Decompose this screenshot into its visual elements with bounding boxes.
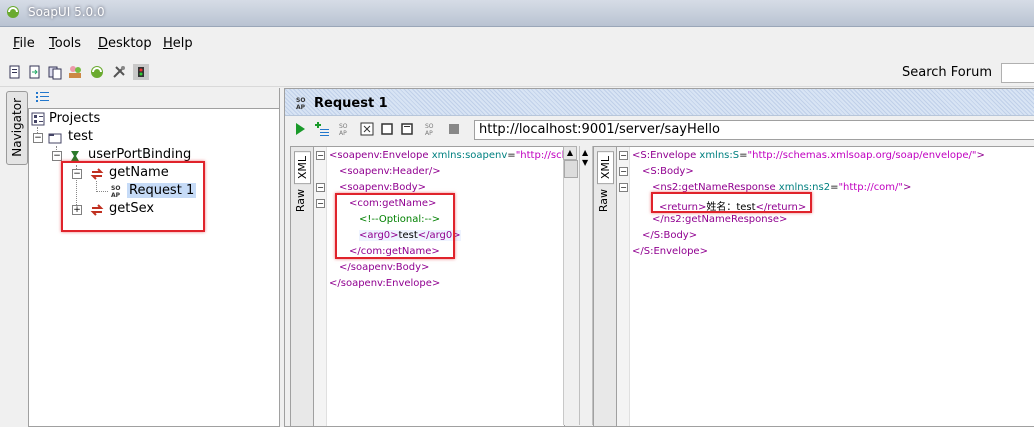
- request-xml-editor[interactable]: − − − <soapenv:Envelope xmlns:soapenv="h…: [313, 146, 565, 427]
- navigator-panel: [28, 88, 280, 427]
- save-all-icon[interactable]: [47, 64, 63, 80]
- title-bar: SoapUI 5.0.0: [0, 0, 1034, 27]
- menu-desktop[interactable]: Desktop: [98, 36, 152, 51]
- fold-body-toggle[interactable]: −: [316, 183, 325, 192]
- trial-icon[interactable]: [89, 64, 105, 80]
- stop-icon[interactable]: [448, 123, 460, 135]
- fold-envelope-toggle[interactable]: −: [619, 151, 628, 160]
- search-forum-input[interactable]: [1001, 63, 1034, 83]
- endpoint-url-field[interactable]: http://localhost:9001/server/sayHello: [474, 120, 1034, 140]
- soap-request-icon: SOAP: [296, 97, 306, 110]
- svg-text:SO: SO: [296, 97, 305, 104]
- menu-bar: File Tools Desktop Help: [0, 30, 1034, 56]
- xml-line: </S:Body>: [642, 230, 698, 241]
- highlight-box-tree: [61, 161, 205, 232]
- response-xml-editor[interactable]: − − − <S:Envelope xmlns:S="http://schema…: [616, 146, 1034, 427]
- xml-line: <S:Envelope xmlns:S="http://schemas.xmls…: [632, 150, 985, 161]
- split-divider[interactable]: [579, 146, 593, 425]
- xml-line: <S:Body>: [642, 166, 694, 177]
- xml-line: </ns2:getNameResponse>: [652, 214, 788, 225]
- navigator-header: [28, 88, 279, 109]
- svg-text:AP: AP: [339, 130, 347, 136]
- fold-response-toggle[interactable]: −: [619, 183, 628, 192]
- xml-line: <soapenv:Body>: [339, 182, 427, 193]
- tree-projects[interactable]: Projects: [49, 111, 100, 126]
- svg-text:AP: AP: [296, 104, 306, 110]
- list-view-icon[interactable]: [36, 91, 50, 103]
- xml-line: </S:Envelope>: [632, 246, 708, 257]
- request-title: Request 1: [314, 96, 388, 111]
- tree-project-test[interactable]: test: [68, 129, 93, 144]
- tab-response-xml[interactable]: XML: [597, 151, 614, 185]
- svg-text:SO: SO: [339, 123, 348, 130]
- soapui-logo-icon: [7, 6, 19, 18]
- import-project-icon[interactable]: [27, 64, 43, 80]
- navigator-tab[interactable]: Navigator: [6, 91, 28, 165]
- scroll-thumb[interactable]: [564, 160, 578, 178]
- soap-template-icon[interactable]: SOAP: [338, 122, 352, 136]
- menu-help[interactable]: Help: [163, 36, 193, 51]
- fold-envelope-toggle[interactable]: −: [316, 151, 325, 160]
- search-forum-label: Search Forum: [901, 65, 992, 80]
- highlight-box-request: [335, 193, 455, 259]
- tab-request-xml[interactable]: XML: [294, 151, 311, 185]
- xml-line: </soapenv:Envelope>: [329, 278, 441, 289]
- scroll-up-arrow-icon[interactable]: ▲: [563, 146, 577, 160]
- fold-body-toggle[interactable]: −: [619, 167, 628, 176]
- proxy-icon[interactable]: [133, 64, 149, 80]
- svg-text:AP: AP: [425, 130, 433, 136]
- clone-request-icon[interactable]: [380, 122, 394, 136]
- xml-line: </soapenv:Body>: [339, 262, 430, 273]
- soap-recreate-icon[interactable]: SOAP: [424, 122, 438, 136]
- add-to-testcase-icon[interactable]: [314, 121, 330, 137]
- menu-tools[interactable]: Tools: [49, 36, 81, 51]
- play-icon[interactable]: [294, 122, 306, 136]
- expand-test-toggle[interactable]: −: [33, 133, 43, 143]
- tab-response-raw[interactable]: Raw: [597, 189, 610, 212]
- xml-line: <soapenv:Header/>: [339, 166, 441, 177]
- tab-request-raw[interactable]: Raw: [294, 189, 307, 212]
- new-project-icon[interactable]: [7, 64, 23, 80]
- highlight-box-response: [651, 192, 812, 213]
- request-window-header: [285, 89, 1034, 116]
- tree-interface-userportbinding[interactable]: userPortBinding: [88, 147, 191, 162]
- expand-binding-toggle[interactable]: −: [52, 151, 62, 161]
- forum-icon[interactable]: [67, 64, 83, 80]
- divider-right-arrow-icon[interactable]: ▼: [582, 158, 588, 167]
- request-view-tabs: XML Raw: [290, 146, 314, 427]
- projects-icon: [31, 112, 45, 126]
- create-empty-request-icon[interactable]: [400, 122, 414, 136]
- format-xml-icon[interactable]: [360, 122, 374, 136]
- fold-getname-toggle[interactable]: −: [316, 199, 325, 208]
- request-editor-scrollbar[interactable]: [563, 146, 578, 425]
- window-title: SoapUI 5.0.0: [28, 5, 105, 19]
- divider-left-arrow-icon[interactable]: ▲: [582, 148, 588, 157]
- response-view-tabs: XML Raw: [593, 146, 617, 427]
- menu-file[interactable]: File: [13, 36, 35, 51]
- main-toolbar: Search Forum: [0, 60, 1034, 87]
- svg-text:SO: SO: [425, 123, 434, 130]
- preferences-icon[interactable]: [111, 64, 127, 80]
- xml-line: <soapenv:Envelope xmlns:soapenv="http://…: [329, 150, 564, 161]
- project-folder-icon: [48, 133, 62, 144]
